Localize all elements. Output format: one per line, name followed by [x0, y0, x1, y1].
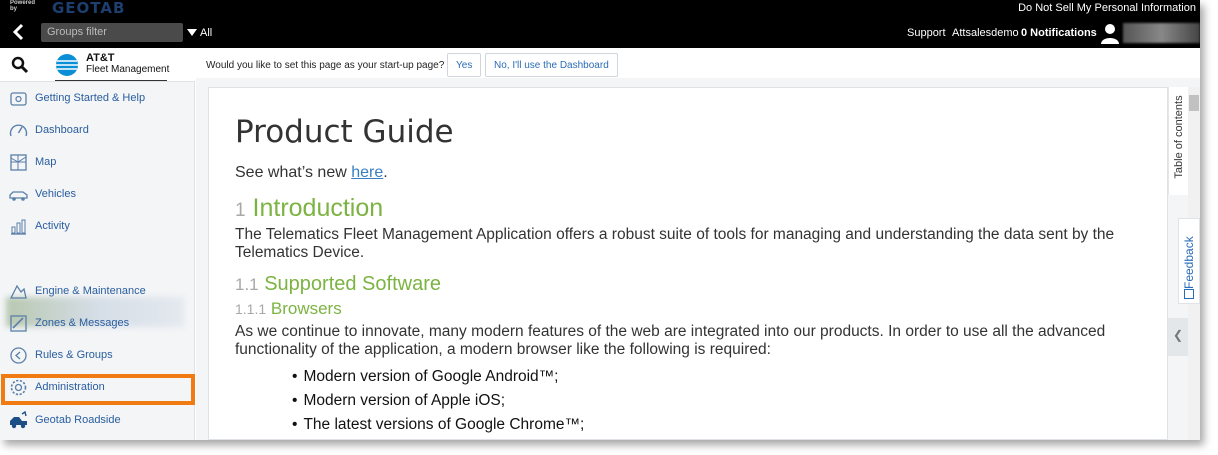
startup-prompt-text: Would you like to set this page as your …: [206, 60, 445, 71]
rules-icon: [10, 347, 27, 364]
startup-no-button[interactable]: No, I'll use the Dashboard: [485, 53, 618, 77]
app-window: Powered by GEOTAB Do Not Sell My Persona…: [0, 0, 1200, 440]
product-guide-document: Product Guide See what’s new here. 1 Int…: [208, 87, 1168, 440]
feedback-tab[interactable]: Feedback: [1178, 218, 1200, 304]
caret-down-icon[interactable]: [187, 29, 197, 36]
page-title: Product Guide: [235, 114, 454, 150]
help-icon: [10, 92, 27, 106]
chevron-left-icon[interactable]: ❮: [1168, 318, 1188, 356]
feedback-label: Feedback: [1182, 236, 1196, 289]
browsers-paragraph: As we continue to innovate, many modern …: [235, 323, 1106, 358]
sidebar-item-label: Map: [35, 156, 57, 168]
geotab-logo: GEOTAB: [52, 0, 126, 17]
sidebar-item-label: Activity: [35, 220, 70, 232]
section-number: 1.1: [235, 275, 259, 294]
whats-new-line: See what’s new here.: [235, 164, 388, 182]
vehicle-icon: [9, 191, 28, 201]
section-heading-introduction: 1 Introduction: [235, 194, 383, 223]
sidebar-item-zones-messages[interactable]: Zones & Messages: [0, 307, 195, 339]
sidebar-item-map[interactable]: Map: [0, 146, 195, 178]
list-item: The latest versions of Google Chrome™;: [292, 416, 584, 439]
att-globe-icon: [56, 54, 78, 76]
whats-new-suffix: .: [383, 164, 388, 181]
whats-new-prefix: See what’s new: [235, 164, 352, 181]
back-arrow-icon[interactable]: [10, 23, 28, 41]
roadside-icon: [10, 411, 27, 429]
sidebar-item-engine-maintenance[interactable]: Engine & Maintenance: [0, 275, 195, 307]
browser-list: Modern version of Google Android™; Moder…: [292, 368, 584, 439]
list-item: Modern version of Google Android™;: [292, 368, 584, 392]
logo-name: AT&T: [86, 52, 115, 64]
sidebar-item-dashboard[interactable]: Dashboard: [0, 114, 195, 146]
whats-new-link[interactable]: here: [351, 164, 383, 181]
section-heading-supported-software: 1.1 Supported Software: [235, 273, 441, 296]
activity-icon: [11, 219, 26, 235]
introduction-paragraph: The Telematics Fleet Management Applicat…: [235, 226, 1115, 261]
sidebar-item-label: Getting Started & Help: [35, 92, 146, 104]
section-heading-browsers: 1.1.1 Browsers: [235, 299, 342, 319]
sidebar-item-getting-started[interactable]: Getting Started & Help: [0, 82, 195, 114]
sidebar-item-activity[interactable]: Activity: [0, 210, 195, 242]
top-strip: Powered by GEOTAB Do Not Sell My Persona…: [0, 0, 1200, 17]
sidebar-item-geotab-roadside[interactable]: Geotab Roadside: [0, 404, 195, 436]
logo-subtitle: Fleet Management: [86, 64, 170, 75]
section-heading-text: Browsers: [270, 299, 342, 318]
notifications-link[interactable]: 0 Notifications: [1021, 27, 1097, 39]
support-link[interactable]: Support: [907, 27, 946, 39]
zones-icon: [10, 315, 27, 332]
administration-highlight-box: [1, 374, 195, 405]
sidebar-header: AT&T Fleet Management: [0, 48, 195, 82]
database-name[interactable]: Attsalesdemo: [952, 27, 1019, 39]
sidebar-item-label: Zones & Messages: [35, 317, 130, 329]
section-number: 1.1.1: [235, 301, 267, 317]
sidebar-item-label: Rules & Groups: [35, 349, 113, 361]
toc-label: Table of contents: [1173, 95, 1185, 179]
do-not-sell-link[interactable]: Do Not Sell My Personal Information: [1018, 2, 1196, 14]
sidebar-item-label: Vehicles: [35, 188, 76, 200]
sidebar-item-label: Geotab Roadside: [35, 414, 121, 426]
sidebar-item-vehicles[interactable]: Vehicles: [0, 178, 195, 210]
list-item: Modern version of Apple iOS;: [292, 392, 584, 416]
table-of-contents-tab[interactable]: Table of contents: [1168, 87, 1188, 195]
sidebar-item-rules-groups[interactable]: Rules & Groups: [0, 339, 195, 371]
section-heading-text: Introduction: [252, 194, 384, 222]
user-icon[interactable]: [1099, 22, 1121, 44]
sidebar-item-label: Dashboard: [35, 124, 89, 136]
feedback-icon: [1184, 289, 1194, 299]
gauge-icon: [9, 124, 28, 137]
map-icon: [10, 154, 27, 171]
engine-icon: [9, 284, 27, 299]
logo-underline: [55, 80, 167, 81]
powered-by-text: Powered by: [10, 0, 36, 12]
startup-yes-button[interactable]: Yes: [447, 53, 482, 77]
main-nav-bar: Groups filter All Support Attsalesdemo 0…: [0, 17, 1200, 48]
scrollbar-thumb[interactable]: [1189, 95, 1199, 111]
sidebar-item-label: Engine & Maintenance: [35, 285, 146, 297]
section-number: 1: [235, 200, 246, 221]
all-groups-toggle[interactable]: All: [200, 27, 212, 39]
section-heading-text: Supported Software: [264, 273, 441, 295]
groups-filter-input[interactable]: Groups filter: [41, 23, 183, 42]
search-icon[interactable]: [11, 56, 29, 74]
user-name-redacted[interactable]: [1123, 23, 1200, 43]
